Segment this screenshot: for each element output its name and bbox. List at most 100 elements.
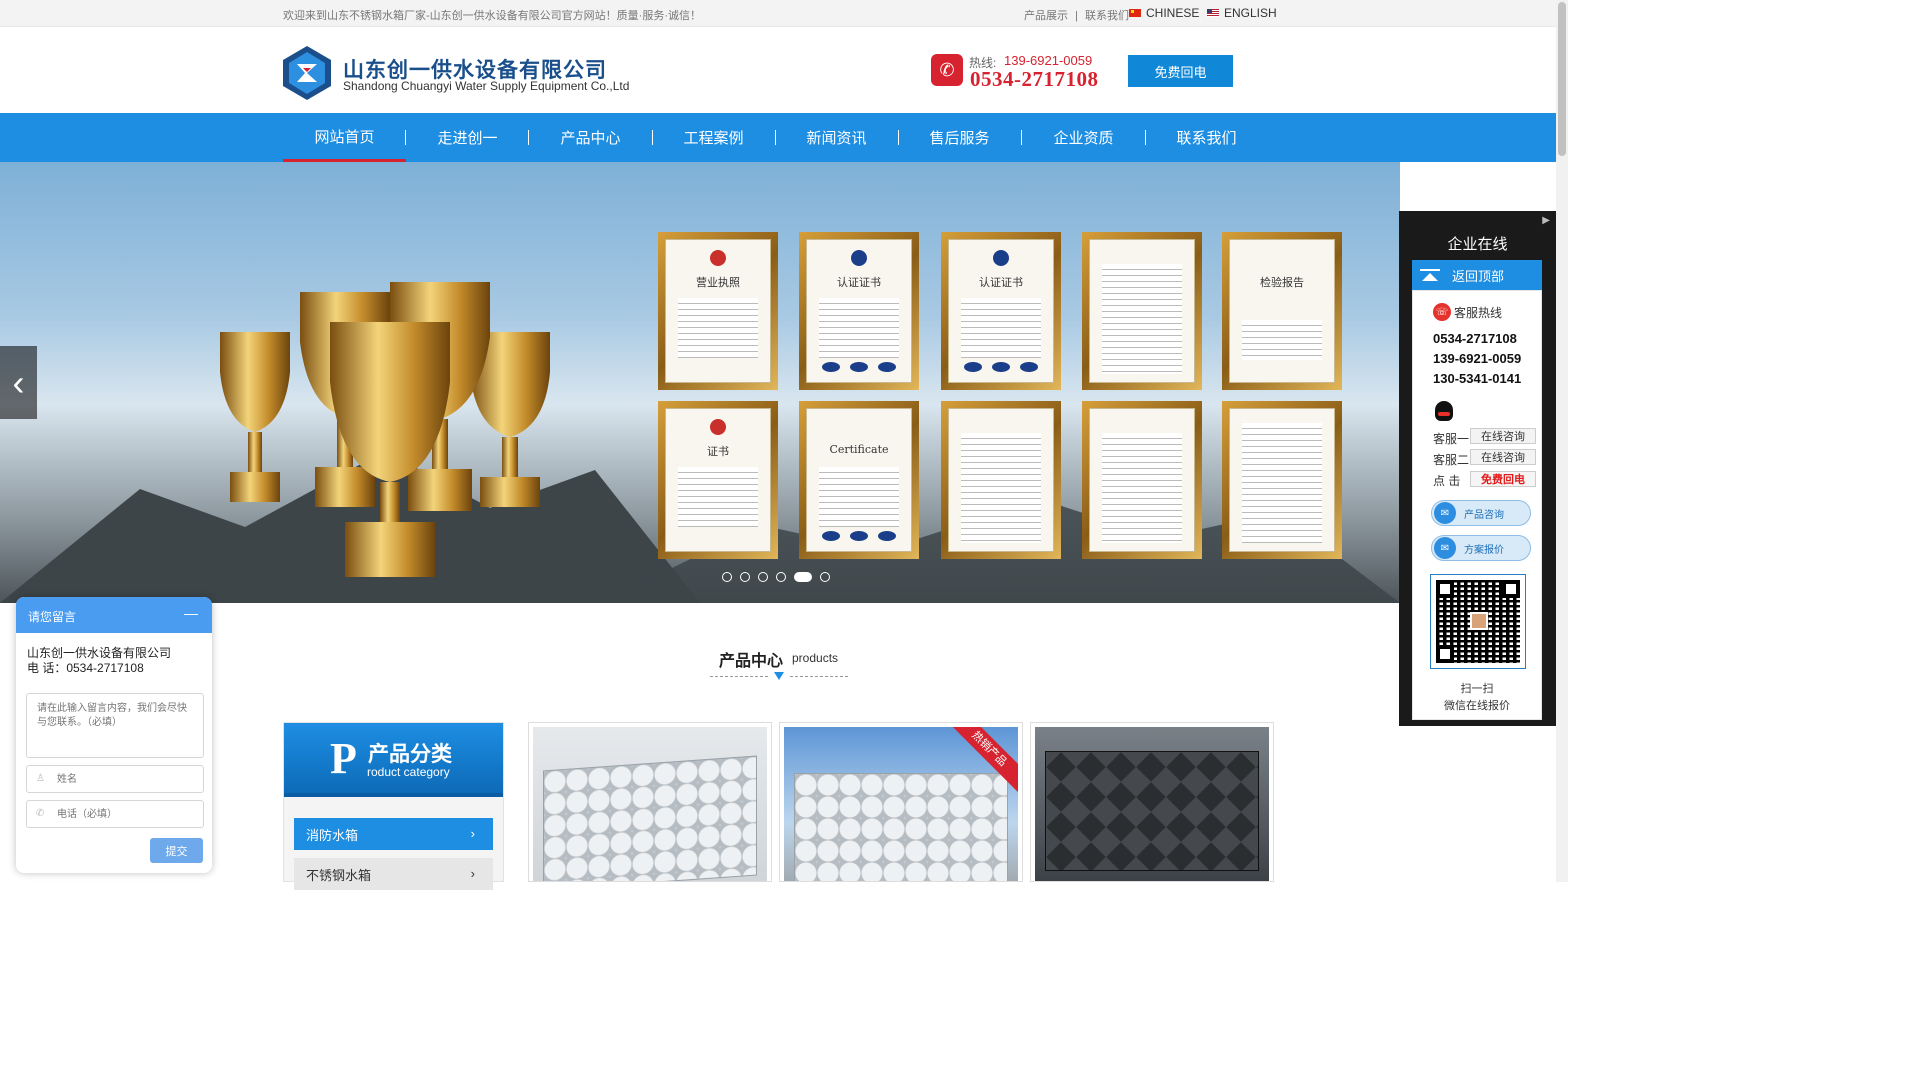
certificate-seal <box>710 250 726 266</box>
service2-chat-button[interactable]: 在线咨询 <box>1470 449 1536 465</box>
service-hotline-label: 客服热线 <box>1454 305 1503 320</box>
nav-item-service[interactable]: 售后服务 <box>898 113 1021 162</box>
nav-item-cases[interactable]: 工程案例 <box>652 113 775 162</box>
lang-english[interactable]: ENGLISH <box>1207 6 1277 20</box>
hotline-number: 0534-2717108 <box>1433 331 1517 346</box>
wechat-qr-code <box>1430 574 1526 669</box>
certificate-lines <box>1242 423 1322 543</box>
chat-icon: ✉ <box>1434 537 1456 559</box>
product-card[interactable]: 热销产品 <box>779 722 1023 882</box>
lang-chinese[interactable]: CHINESE <box>1129 6 1199 20</box>
category-item-label: 消防水箱 <box>306 827 359 843</box>
submit-button[interactable]: 提交 <box>150 838 203 863</box>
qr-code-pattern <box>1436 580 1520 663</box>
us-flag-icon <box>1207 9 1219 17</box>
wechat-quote-label: 微信在线报价 <box>1444 700 1510 712</box>
certificate-stamps <box>817 531 901 541</box>
product-card[interactable] <box>528 722 772 882</box>
banner-dot[interactable] <box>758 572 768 582</box>
category-title-en: roduct category <box>367 765 450 779</box>
nav-item-about[interactable]: 走进创一 <box>406 113 529 162</box>
section-subtitle: products <box>792 651 839 665</box>
caret-right-icon[interactable]: ▶ <box>1542 215 1550 226</box>
category-box: P 产品分类 roduct category 消防水箱 › 不锈钢水箱 › <box>283 722 504 890</box>
message-content-input[interactable] <box>26 693 204 758</box>
hotline-mobile: 139-6921-0059 <box>1004 53 1093 68</box>
hotline-tel: 0534-2717108 <box>970 67 1099 91</box>
certificate-image: 营业执照 <box>658 232 778 390</box>
certificate-lines <box>678 298 758 358</box>
tank-image <box>543 755 757 881</box>
certificate-title: Certificate <box>829 443 889 456</box>
phone-icon: ✆ <box>931 54 963 86</box>
service2-label: 客服二 <box>1433 453 1470 467</box>
banner-dot-active[interactable] <box>794 572 812 582</box>
qr-avatar <box>1470 612 1488 630</box>
certificate-image <box>1082 232 1202 390</box>
product-card[interactable] <box>1030 722 1274 882</box>
certificate-stamps <box>817 362 901 372</box>
float-callback-button[interactable]: 免费回电 <box>1470 471 1536 487</box>
certificate-lines <box>819 298 899 358</box>
nav-item-home[interactable]: 网站首页 <box>283 113 406 162</box>
back-to-top-button[interactable]: 返回顶部 <box>1412 260 1542 290</box>
certificate-image: Certificate <box>799 401 919 559</box>
click-label: 点 击 <box>1433 474 1461 488</box>
certificate-lines <box>1102 433 1182 543</box>
company-name-en: Shandong Chuangyi Water Supply Equipment… <box>343 79 630 93</box>
banner-prev-button[interactable]: ‹ <box>0 346 37 419</box>
qr-corner <box>1502 580 1520 598</box>
scrollbar-thumb[interactable] <box>1558 2 1566 156</box>
product-consult-label: 产品咨询 <box>1464 509 1504 521</box>
service1-chat-button[interactable]: 在线咨询 <box>1470 428 1536 444</box>
banner-dot[interactable] <box>722 572 732 582</box>
section-divider <box>710 676 768 677</box>
phone-input[interactable] <box>26 800 204 828</box>
tank-image <box>1045 751 1259 871</box>
certificate-title: 检验报告 <box>1260 276 1304 289</box>
phone-icon: ✆ <box>36 808 45 819</box>
chevron-right-icon: › <box>470 826 475 841</box>
banner-dot[interactable] <box>740 572 750 582</box>
category-item-stainless-tank[interactable]: 不锈钢水箱 › <box>294 858 493 890</box>
top-link-divider: | <box>1075 10 1078 22</box>
product-consult-button[interactable]: ✉ 产品咨询 <box>1431 500 1531 526</box>
top-link-contact[interactable]: 联系我们 <box>1085 10 1129 22</box>
chevron-left-icon: ‹ <box>12 361 25 403</box>
lang-english-label: ENGLISH <box>1224 6 1277 20</box>
company-logo-icon[interactable] <box>283 46 331 100</box>
certificate-lines <box>678 467 758 527</box>
section-divider <box>790 676 848 677</box>
certificate-image <box>941 401 1061 559</box>
nav-item-contact[interactable]: 联系我们 <box>1145 113 1268 162</box>
certificate-title: 营业执照 <box>696 276 740 289</box>
name-input[interactable] <box>26 765 204 793</box>
certificate-image: 认证证书 <box>799 232 919 390</box>
certificate-lines <box>1102 264 1182 374</box>
nav-item-news[interactable]: 新闻资讯 <box>775 113 898 162</box>
banner-dot[interactable] <box>776 572 786 582</box>
qq-penguin-icon <box>1435 401 1453 421</box>
main-nav: 网站首页 走进创一 产品中心 工程案例 新闻资讯 售后服务 企业资质 联系我们 <box>0 113 1556 162</box>
chat-bubble-icon: ☏ <box>1433 303 1451 321</box>
free-callback-button[interactable]: 免费回电 <box>1128 55 1233 87</box>
lang-chinese-label: CHINESE <box>1146 6 1200 20</box>
minimize-icon[interactable]: — <box>184 605 198 621</box>
category-item-fire-tank[interactable]: 消防水箱 › <box>294 818 493 850</box>
certificate-image <box>1222 401 1342 559</box>
message-title: 请您留言 <box>28 610 77 624</box>
nav-item-qualification[interactable]: 企业资质 <box>1022 113 1145 162</box>
quote-label: 方案报价 <box>1464 544 1504 556</box>
product-image <box>1035 727 1269 881</box>
back-to-top-label: 返回顶部 <box>1452 268 1505 284</box>
certificate-image: 证书 <box>658 401 778 559</box>
qr-corner <box>1436 645 1454 663</box>
certificate-image: 检验报告 <box>1222 232 1342 390</box>
banner-dot[interactable] <box>820 572 830 582</box>
top-link-products[interactable]: 产品展示 <box>1024 10 1068 22</box>
hero-banner[interactable]: 营业执照 认证证书 认证证书 检验报告 证书 Certificate ‹ <box>0 162 1400 603</box>
quote-button[interactable]: ✉ 方案报价 <box>1431 535 1531 561</box>
nav-item-products[interactable]: 产品中心 <box>529 113 652 162</box>
top-links: 产品展示 | 联系我们 <box>1024 7 1129 23</box>
site-header: 山东创一供水设备有限公司 Shandong Chuangyi Water Sup… <box>0 27 1556 113</box>
